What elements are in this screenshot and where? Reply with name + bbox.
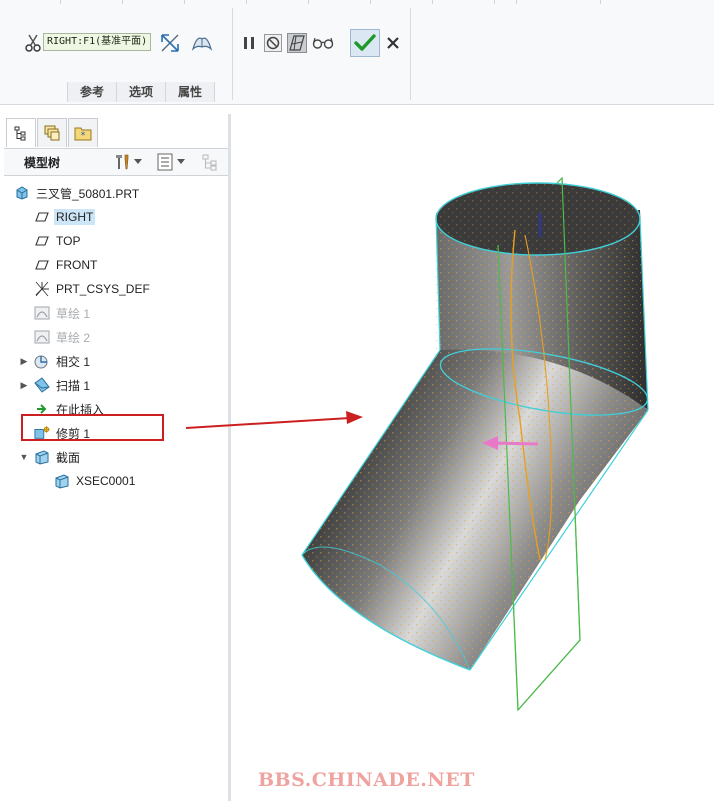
pause-icon[interactable] — [240, 32, 258, 54]
trim-reference-field[interactable]: RIGHT:F1(基准平面) — [43, 33, 151, 51]
scissors-icon[interactable] — [24, 33, 42, 53]
callout-arrow — [185, 411, 363, 429]
ribbon-top-border — [0, 0, 714, 4]
lower-cylinder[interactable] — [301, 336, 652, 671]
graphics-viewport[interactable] — [0, 105, 714, 801]
ok-checkmark-icon[interactable] — [350, 29, 380, 57]
no-preview-icon[interactable] — [263, 32, 283, 54]
tab-properties[interactable]: 属性 — [165, 82, 216, 102]
ribbon-separator — [232, 8, 233, 100]
cancel-x-icon[interactable] — [384, 34, 402, 52]
dashboard-tabs: 参考 选项 属性 — [67, 82, 216, 102]
glasses-icon[interactable] — [311, 33, 335, 53]
tab-references[interactable]: 参考 — [67, 82, 117, 102]
tab-options[interactable]: 选项 — [116, 82, 166, 102]
thicken-sheet-icon[interactable] — [190, 31, 214, 55]
preview-icon[interactable] — [286, 32, 308, 54]
flip-arrows-icon[interactable] — [158, 31, 182, 55]
watermark-text: BBS.CHINADE.NET — [258, 769, 475, 791]
feature-dashboard: RIGHT:F1(基准平面) 参考 选项 属性 — [0, 0, 714, 105]
ribbon-separator — [410, 8, 411, 100]
